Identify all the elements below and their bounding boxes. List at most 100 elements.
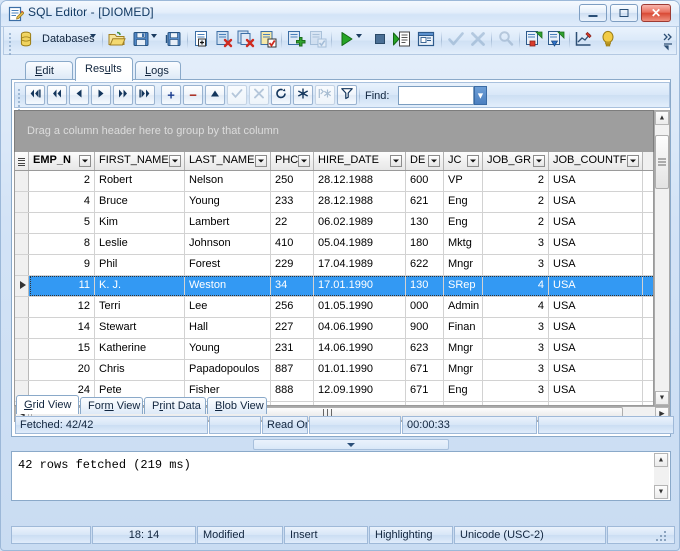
save-as-icon[interactable] [164, 29, 187, 52]
cell-job-country[interactable]: USA [549, 318, 643, 338]
cell-job-code[interactable]: Eng [444, 213, 483, 233]
cell-dept-no[interactable]: 621 [406, 192, 444, 212]
cell-job-code[interactable]: SRep [444, 276, 483, 296]
cell-hire-date[interactable]: 06.02.1989 [314, 213, 406, 233]
cell-phone-ext[interactable]: 231 [271, 339, 314, 359]
search-input[interactable] [398, 86, 474, 105]
cell-phone-ext[interactable]: 233 [271, 192, 314, 212]
table-row[interactable]: 15KatherineYoung23114.06.1990623Mngr3USA [15, 339, 654, 360]
gold-bulb-icon[interactable] [598, 29, 621, 52]
toolbar-grip[interactable] [9, 31, 12, 49]
cell-phone-ext[interactable]: 34 [271, 276, 314, 296]
database-icon[interactable] [18, 31, 34, 54]
cell-last-name[interactable]: Young [185, 192, 271, 212]
filter-dropdown-icon[interactable] [428, 155, 440, 167]
cell-job-country[interactable]: USA [549, 276, 643, 296]
asterisk-disabled-button[interactable] [315, 85, 335, 105]
minimize-button[interactable] [579, 4, 607, 22]
row-indicator-cell[interactable] [15, 276, 29, 296]
new-query-icon[interactable] [192, 29, 215, 52]
cell-last-name[interactable]: Papadopoulos [185, 360, 271, 380]
table-row[interactable]: 11K. J.Weston3417.01.1990130SRep4USA [15, 276, 654, 297]
cell-job-code[interactable]: Finan [444, 318, 483, 338]
cell-emp-no[interactable]: 20 [29, 360, 95, 380]
cell-dept-no[interactable]: 000 [406, 297, 444, 317]
cell-last-name[interactable]: Weston [185, 276, 271, 296]
cell-first-name[interactable]: Robert [95, 171, 185, 191]
cell-job-country[interactable]: USA [549, 234, 643, 254]
cancel-edit-button[interactable] [249, 85, 269, 105]
cell-first-name[interactable]: Bruce [95, 192, 185, 212]
cell-job-code[interactable]: Eng [444, 192, 483, 212]
open-folder-icon[interactable] [107, 29, 130, 52]
filter-dropdown-icon[interactable] [79, 155, 91, 167]
column-header-dept-no[interactable]: DE [406, 152, 444, 170]
panel-splitter[interactable] [11, 439, 671, 451]
tab-results[interactable]: Results [75, 57, 133, 81]
table-row[interactable]: 12TerriLee25601.05.1990000Admin4USA [15, 297, 654, 318]
cell-dept-no[interactable]: 671 [406, 381, 444, 401]
cell-job-code[interactable]: Mngr [444, 339, 483, 359]
cell-dept-no[interactable]: 130 [406, 276, 444, 296]
row-indicator-cell[interactable] [15, 192, 29, 212]
cell-job-code[interactable]: Mktg [444, 234, 483, 254]
cell-first-name[interactable]: K. J. [95, 276, 185, 296]
cell-emp-no[interactable]: 15 [29, 339, 95, 359]
cell-last-name[interactable]: Johnson [185, 234, 271, 254]
prior-record-button[interactable] [69, 85, 89, 105]
maximize-button[interactable] [610, 4, 638, 22]
databases-label[interactable]: Databases [42, 33, 95, 45]
toolbar-overflow-button[interactable] [662, 29, 674, 53]
properties-window-icon[interactable] [416, 29, 439, 52]
scroll-down-arrow[interactable]: ▼ [655, 391, 669, 405]
cell-hire-date[interactable]: 17.04.1989 [314, 255, 406, 275]
row-indicator-cell[interactable] [15, 213, 29, 233]
cell-dept-no[interactable]: 671 [406, 360, 444, 380]
row-indicator-cell[interactable] [15, 339, 29, 359]
tab-edit[interactable]: Edit [25, 61, 73, 81]
message-vertical-scrollbar[interactable]: ▲ ▼ [654, 453, 669, 499]
cell-emp-no[interactable]: 11 [29, 276, 95, 296]
cell-first-name[interactable]: Katherine [95, 339, 185, 359]
cell-phone-ext[interactable]: 256 [271, 297, 314, 317]
find-options-dropdown[interactable]: ▼ [474, 86, 487, 105]
filter-dropdown-icon[interactable] [467, 155, 479, 167]
cell-dept-no[interactable]: 130 [406, 213, 444, 233]
close-query-icon[interactable] [214, 29, 237, 52]
close-button[interactable]: ✕ [641, 4, 671, 22]
cell-last-name[interactable]: Forest [185, 255, 271, 275]
cell-job-grade[interactable]: 3 [483, 234, 549, 254]
cell-first-name[interactable]: Phil [95, 255, 185, 275]
cell-job-code[interactable]: Eng [444, 381, 483, 401]
post-edit-button[interactable] [227, 85, 247, 105]
cell-job-country[interactable]: USA [549, 192, 643, 212]
gridnav-grip[interactable] [18, 87, 21, 105]
filter-dropdown-icon[interactable] [533, 155, 545, 167]
cell-job-grade[interactable]: 2 [483, 213, 549, 233]
cell-hire-date[interactable]: 04.06.1990 [314, 318, 406, 338]
row-indicator-cell[interactable] [15, 297, 29, 317]
resize-grip[interactable] [654, 529, 666, 541]
table-row[interactable]: 2RobertNelson25028.12.1988600VP2USA [15, 171, 654, 192]
cell-job-grade[interactable]: 2 [483, 192, 549, 212]
table-row[interactable]: 4BruceYoung23328.12.1988621Eng2USA [15, 192, 654, 213]
cell-dept-no[interactable]: 180 [406, 234, 444, 254]
cell-hire-date[interactable]: 28.12.1988 [314, 171, 406, 191]
cell-job-country[interactable]: USA [549, 381, 643, 401]
cell-job-code[interactable]: Mngr [444, 360, 483, 380]
cell-job-grade[interactable]: 3 [483, 255, 549, 275]
cell-job-country[interactable]: USA [549, 360, 643, 380]
cell-emp-no[interactable]: 14 [29, 318, 95, 338]
cell-dept-no[interactable]: 900 [406, 318, 444, 338]
check-icon[interactable] [446, 29, 469, 52]
column-header-job-grade[interactable]: JOB_GR [483, 152, 549, 170]
tab-print-data[interactable]: Print Data [144, 397, 206, 414]
stop-square-icon[interactable] [370, 29, 393, 52]
cell-job-code[interactable]: VP [444, 171, 483, 191]
cell-job-country[interactable]: USA [549, 255, 643, 275]
tab-form-view[interactable]: Form View [80, 397, 143, 414]
cell-phone-ext[interactable]: 250 [271, 171, 314, 191]
tab-blob-view[interactable]: Blob View [207, 397, 267, 414]
filter-dropdown-icon[interactable] [298, 155, 310, 167]
table-row[interactable]: 14StewartHall22704.06.1990900Finan3USA [15, 318, 654, 339]
